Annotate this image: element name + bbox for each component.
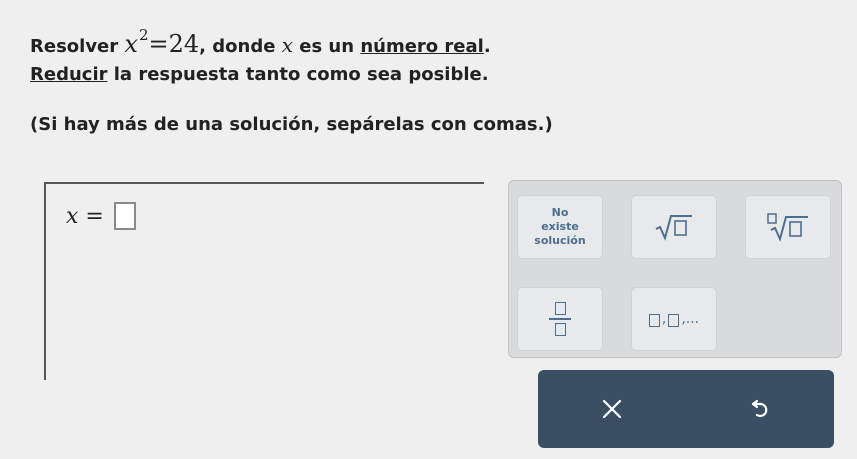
square-root-button[interactable] (631, 195, 717, 259)
list-button[interactable]: ,,... (631, 287, 717, 351)
undo-button[interactable] (686, 370, 834, 448)
answer-expression: x = (66, 202, 136, 230)
no-solution-button[interactable]: No existe solución (517, 195, 603, 259)
answer-panel: x = (44, 182, 484, 380)
variable: x (281, 33, 293, 57)
action-bar (538, 370, 834, 448)
fraction-button[interactable] (517, 287, 603, 351)
nth-root-button[interactable] (745, 195, 831, 259)
equation: x2=24 (124, 26, 200, 58)
question-line-2: Reducir la respuesta tanto como sea posi… (30, 64, 489, 85)
reduce-link[interactable]: Reducir (30, 64, 107, 85)
answer-label: x = (66, 203, 104, 229)
question-line-3: (Si hay más de una solución, sepárelas c… (30, 114, 553, 135)
real-number-link[interactable]: número real (360, 36, 484, 57)
question-text: Resolver (30, 36, 125, 57)
undo-icon (751, 399, 768, 418)
list-icon: ,,... (648, 311, 699, 327)
clear-button[interactable] (538, 370, 686, 448)
sqrt-icon (655, 215, 692, 241)
question-line-1: Resolver x2=24, donde x es un número rea… (30, 26, 491, 58)
fraction-icon (554, 302, 566, 315)
math-keypad: No existe solución ,,... (508, 180, 842, 358)
answer-input[interactable] (113, 202, 136, 230)
x-icon (602, 399, 622, 419)
nth-root-icon (767, 213, 808, 242)
